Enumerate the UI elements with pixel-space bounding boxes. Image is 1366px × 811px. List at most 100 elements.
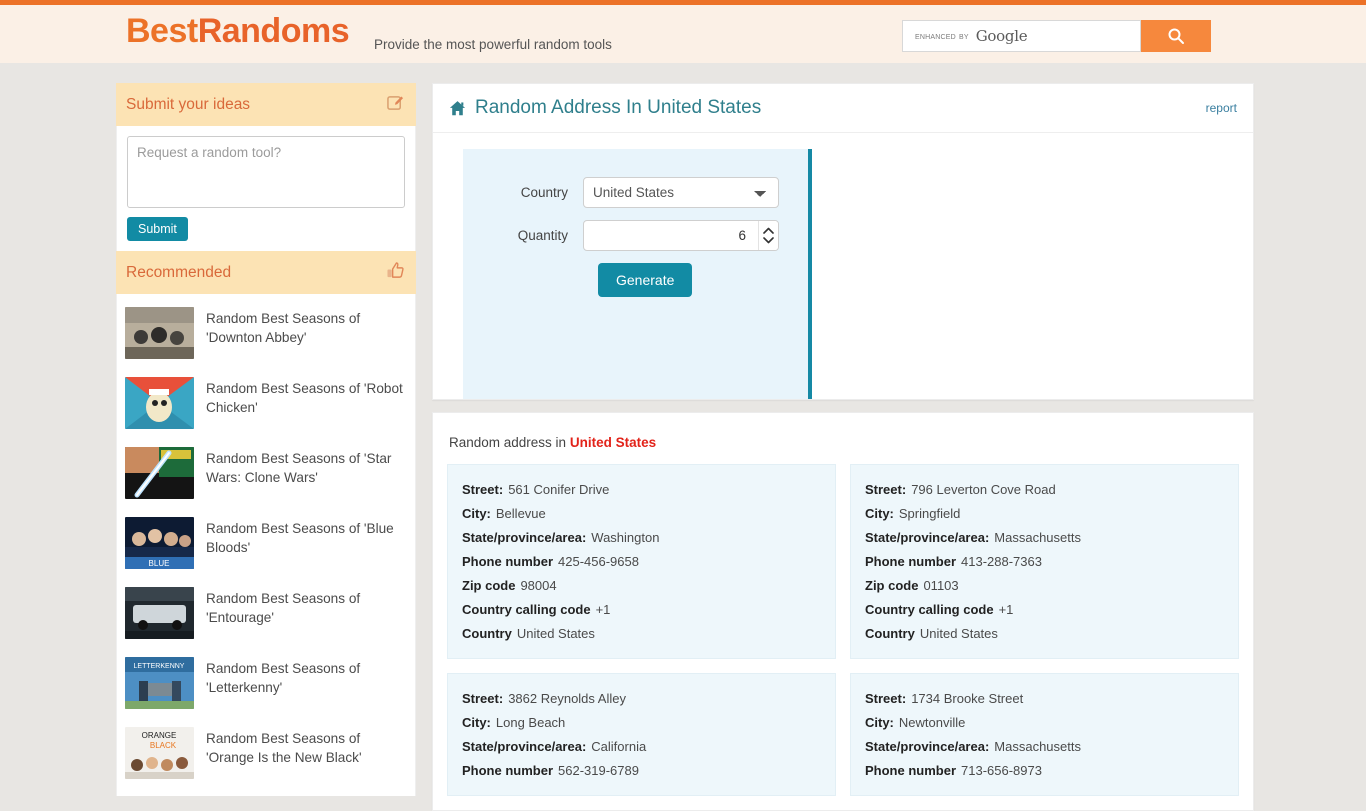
search-area: enhanced by Google xyxy=(902,20,1211,52)
list-item-label: Random Best Seasons of 'Robot Chicken' xyxy=(206,381,403,415)
phone-line: Phone number 713-656-8973 xyxy=(865,759,1224,783)
quantity-label: Quantity xyxy=(517,228,568,243)
robot-chicken-thumb xyxy=(125,377,194,429)
zip-label: Zip code xyxy=(865,578,919,593)
country-value: United States xyxy=(516,626,595,641)
state-value: Washington xyxy=(591,530,660,545)
city-value: Springfield xyxy=(898,506,961,521)
list-item[interactable]: ORANGE BLACK Random Best Seasons of 'Oran… xyxy=(125,718,407,788)
street-value: 3862 Reynolds Alley xyxy=(508,691,626,706)
results-heading-country: United States xyxy=(569,435,657,450)
quantity-field-wrap xyxy=(583,220,779,251)
street-value: 796 Leverton Cove Road xyxy=(911,482,1056,497)
home-icon[interactable] xyxy=(449,100,466,117)
city-line: City: Springfield xyxy=(865,502,1224,526)
list-item[interactable]: Random Best Seasons of 'Entourage' xyxy=(125,578,407,648)
city-value: Long Beach xyxy=(495,715,566,730)
svg-text:ORANGE: ORANGE xyxy=(142,731,177,740)
state-label: State/province/area: xyxy=(865,739,990,754)
list-item[interactable]: Random Best Seasons of 'Downton Abbey' xyxy=(125,298,407,368)
svg-text:BLUE: BLUE xyxy=(149,559,170,568)
country-select[interactable]: United States xyxy=(583,177,779,208)
list-item-label: Random Best Seasons of 'Star Wars: Clone… xyxy=(206,451,392,485)
address-card: Street: 796 Leverton Cove Road City: Sprin… xyxy=(850,464,1239,659)
address-card: Street: 561 Conifer Drive City: Bellevue S… xyxy=(447,464,836,659)
generator-title-bar: Random Address In United States report xyxy=(433,84,1253,133)
idea-textarea[interactable] xyxy=(127,136,405,208)
site-logo[interactable]: BestRandoms xyxy=(126,12,350,51)
address-grid: Street: 561 Conifer Drive City: Bellevue S… xyxy=(447,464,1239,796)
enhanced-by-label: enhanced by xyxy=(915,30,969,42)
city-value: Bellevue xyxy=(495,506,546,521)
phone-line: Phone number 425-456-9658 xyxy=(462,550,821,574)
street-label: Street: xyxy=(865,691,907,706)
search-button[interactable] xyxy=(1141,20,1211,52)
state-line: State/province/area: California xyxy=(462,735,821,759)
site-tagline: Provide the most powerful random tools xyxy=(374,37,612,52)
city-label: City: xyxy=(865,506,894,521)
zip-line: Zip code 98004 xyxy=(462,574,821,598)
search-icon xyxy=(1168,28,1184,44)
thumbs-up-icon xyxy=(387,261,404,284)
quantity-stepper[interactable] xyxy=(758,221,778,250)
phone-label: Phone number xyxy=(462,554,554,569)
phone-line: Phone number 562-319-6789 xyxy=(462,759,821,783)
generate-button[interactable]: Generate xyxy=(598,263,693,297)
generator-form-zone: Country United States Quantity 6 Generat… xyxy=(433,133,1253,399)
results-heading-prefix: Random address in xyxy=(449,435,570,450)
calling-code-value: +1 xyxy=(998,602,1014,617)
country-label: Country xyxy=(462,626,512,641)
address-card: Street: 1734 Brooke Street City: Newtonvil… xyxy=(850,673,1239,796)
google-logo: Google xyxy=(975,27,1028,45)
search-input[interactable]: enhanced by Google xyxy=(902,20,1141,52)
state-line: State/province/area: Washington xyxy=(462,526,821,550)
zip-value: 01103 xyxy=(923,578,959,593)
star-wars-clone-wars-thumb xyxy=(125,447,194,499)
phone-value: 562-319-6789 xyxy=(558,763,639,778)
list-item[interactable]: Random Best Seasons of 'Robot Chicken' xyxy=(125,368,407,438)
report-link[interactable]: report xyxy=(1206,101,1237,115)
svg-text:LETTERKENNY: LETTERKENNY xyxy=(134,663,185,670)
stepper-up-icon[interactable] xyxy=(763,227,774,234)
list-item[interactable]: LETTERKENNY Random Best Seasons of 'Lett… xyxy=(125,648,407,718)
state-value: Massachusetts xyxy=(994,530,1081,545)
entourage-thumb xyxy=(125,587,194,639)
country-label: Country xyxy=(865,626,915,641)
site-header: BestRandoms Provide the most powerful ra… xyxy=(0,5,1366,63)
list-item[interactable]: Random Best Seasons of 'Star Wars: Clone… xyxy=(125,438,407,508)
city-line: City: Bellevue xyxy=(462,502,821,526)
submit-ideas-body: Submit xyxy=(116,126,416,251)
zip-value: 98004 xyxy=(520,578,557,593)
list-item[interactable]: BLUE Random Best Seasons of 'Blue Bloods… xyxy=(125,508,407,578)
address-card: Street: 3862 Reynolds Alley City: Long Bea… xyxy=(447,673,836,796)
edit-pencil-icon xyxy=(387,94,404,116)
zip-line: Zip code 01103 xyxy=(865,574,1224,598)
submit-ideas-header: Submit your ideas xyxy=(116,83,416,126)
city-label: City: xyxy=(865,715,894,730)
main-content: Random Address In United States report C… xyxy=(432,83,1254,811)
state-line: State/province/area: Massachusetts xyxy=(865,735,1224,759)
calling-code-line: Country calling code +1 xyxy=(865,598,1224,622)
phone-line: Phone number 413-288-7363 xyxy=(865,550,1224,574)
submit-button[interactable]: Submit xyxy=(127,217,188,241)
page-title: Random Address In United States xyxy=(475,97,762,118)
recommended-list: Random Best Seasons of 'Downton Abbey' R… xyxy=(116,294,416,796)
country-label: Country xyxy=(520,185,568,200)
list-item-label: Random Best Seasons of 'Entourage' xyxy=(206,591,361,625)
blue-bloods-thumb: BLUE xyxy=(125,517,194,569)
quantity-input[interactable] xyxy=(583,220,779,251)
state-value: Massachusetts xyxy=(994,739,1081,754)
phone-value: 425-456-9658 xyxy=(558,554,639,569)
phone-label: Phone number xyxy=(462,763,554,778)
city-label: City: xyxy=(462,506,491,521)
country-row: Country United States xyxy=(463,177,808,208)
stepper-down-icon[interactable] xyxy=(763,237,774,244)
state-value: California xyxy=(591,739,647,754)
street-label: Street: xyxy=(865,482,907,497)
recommended-header: Recommended xyxy=(116,251,416,294)
state-label: State/province/area: xyxy=(865,530,990,545)
state-label: State/province/area: xyxy=(462,530,587,545)
submit-ideas-title: Submit your ideas xyxy=(126,95,251,113)
list-item-label: Random Best Seasons of 'Downton Abbey' xyxy=(206,311,361,345)
logo-text-best: Best xyxy=(126,12,198,50)
